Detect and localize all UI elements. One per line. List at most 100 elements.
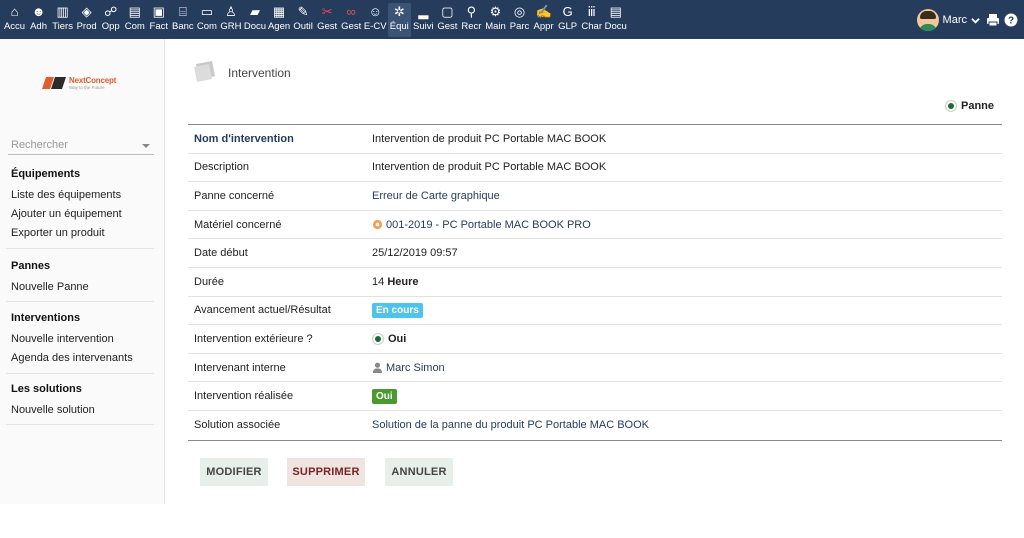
users-icon: ☻: [31, 4, 46, 19]
row-label: Intervenant interne: [194, 361, 286, 374]
topnav-label: Com: [124, 21, 145, 32]
user-name[interactable]: Marc: [943, 14, 967, 26]
menu-link-liste-equipements[interactable]: Liste des équipements: [11, 189, 154, 201]
topnav-item-0[interactable]: ⌂ Accu: [3, 3, 26, 37]
topnav-item-10[interactable]: ▰ Docu: [244, 3, 267, 37]
chart-icon: ⅲ: [587, 4, 596, 19]
topnav-item-6[interactable]: ▣ Fact: [147, 3, 170, 37]
intervenant-link[interactable]: Marc Simon: [372, 362, 445, 374]
modify-button[interactable]: MODIFIER: [200, 458, 268, 486]
topnav-label: Prod: [76, 21, 97, 32]
row-value: Intervention de produit PC Portable MAC …: [372, 161, 607, 174]
topnav-item-18[interactable]: ▢ Gest: [436, 3, 459, 37]
panne-link[interactable]: Erreur de Carte graphique: [372, 190, 500, 202]
topnav-label: Adh: [30, 21, 47, 32]
search-placeholder: Rechercher: [11, 139, 68, 151]
presentation-icon: ▢: [441, 4, 454, 19]
topnav-label: Agen: [267, 21, 291, 32]
dropdown-caret-icon[interactable]: [142, 144, 150, 148]
monitor-user-icon: ▂: [418, 4, 429, 19]
radio-dot-icon: [372, 332, 384, 345]
topnav-item-17[interactable]: ▂ Suivi: [412, 3, 435, 37]
row-label: Matériel concerné: [194, 218, 282, 231]
intervention-details-table: Nom d'intervention Intervention de produ…: [188, 124, 1002, 441]
topnav-label: GLP: [558, 21, 578, 32]
topnav-item-5[interactable]: ▤ Com: [123, 3, 146, 37]
intervenant-name[interactable]: Marc Simon: [386, 362, 445, 374]
sitemap-icon: ☍: [104, 4, 118, 19]
logo-mark-icon: [42, 77, 66, 89]
menu-link-ajouter-equipement[interactable]: Ajouter un équipement: [11, 208, 154, 220]
topnav-item-12[interactable]: ✎ Outil: [292, 3, 315, 37]
sidebar-search[interactable]: Rechercher: [8, 137, 154, 155]
topnav-item-7[interactable]: ⌸ Banc: [171, 3, 194, 37]
magnifier-icon: ⚲: [466, 4, 477, 19]
company-logo[interactable]: NextConcept Way to the Future: [42, 74, 122, 94]
topnav-item-16[interactable]: ✲ Équi: [387, 3, 411, 37]
row-label: Intervention extérieure ?: [194, 332, 313, 345]
menu-link-nouvelle-solution[interactable]: Nouvelle solution: [11, 404, 154, 416]
topnav-item-3[interactable]: ◈ Prod: [75, 3, 98, 37]
user-avatar[interactable]: [916, 9, 939, 31]
logo-text: NextConcept: [69, 76, 117, 85]
chevron-down-icon[interactable]: [971, 16, 980, 25]
topnav-item-20[interactable]: ⚙ Main: [484, 3, 507, 37]
row-label: Intervention réalisée: [194, 390, 294, 403]
menu-link-nouvelle-panne[interactable]: Nouvelle Panne: [11, 281, 154, 293]
row-label: Solution associée: [194, 419, 281, 432]
topnav-item-22[interactable]: ✍ Appr: [532, 3, 555, 37]
ged-icon: ▤: [609, 4, 622, 19]
calendar-icon: ▦: [272, 4, 286, 19]
table-row: Avancement actuel/Résultat En cours: [188, 297, 1002, 326]
topnav-item-15[interactable]: ☺ E-CV: [364, 3, 387, 37]
topnav-label: Outil: [293, 21, 313, 32]
cv-icon: ☺: [368, 4, 382, 19]
cancel-button[interactable]: ANNULER: [385, 458, 453, 486]
help-icon[interactable]: ?: [1004, 13, 1018, 27]
menu-link-exporter-produit[interactable]: Exporter un produit: [11, 227, 154, 239]
menu-divider: [6, 301, 154, 302]
topnav-item-2[interactable]: ▥ Tiers: [51, 3, 74, 37]
solution-link[interactable]: Solution de la panne du produit PC Porta…: [372, 419, 649, 431]
row-value: 25/12/2019 09:57: [372, 247, 458, 260]
menu-title-solutions: Les solutions: [11, 383, 82, 395]
topnav-item-8[interactable]: ▭ Com: [195, 3, 218, 37]
user-icon: [372, 362, 383, 374]
topnav-label: Char: [581, 21, 602, 32]
topnav-item-1[interactable]: ☻ Adh: [27, 3, 50, 37]
topnav-item-25[interactable]: ▤ Docu: [604, 3, 627, 37]
topnav-item-4[interactable]: ☍ Opp: [99, 3, 122, 37]
topnav-item-21[interactable]: ◎ Parc: [508, 3, 531, 37]
topnav-item-24[interactable]: ⅲ Char: [580, 3, 603, 37]
topnav-label: Fact: [149, 21, 169, 32]
progress-value: En cours: [372, 302, 423, 318]
topnav-label: Com: [196, 21, 217, 32]
topnav-item-23[interactable]: G GLP: [556, 3, 579, 37]
topnav-label: E-CV: [363, 21, 387, 32]
row-label: Durée: [194, 275, 224, 288]
building-icon: ▥: [56, 4, 69, 19]
topnav-item-11[interactable]: ▦ Agen: [268, 3, 291, 37]
table-row: Panne concerné Erreur de Carte graphique: [188, 182, 1002, 211]
wrench-icon: ✎: [297, 4, 309, 19]
done-value: Oui: [372, 388, 397, 404]
topnav-label: Tiers: [52, 21, 73, 32]
row-label: Avancement actuel/Résultat: [194, 304, 331, 317]
topnav-item-9[interactable]: ♙ GRH: [219, 3, 242, 37]
topnav-item-14[interactable]: ∞ Gest: [340, 3, 363, 37]
menu-group-solutions: Les solutions Nouvelle solution: [11, 383, 154, 423]
logo-tagline: Way to the Future: [69, 85, 105, 90]
menu-link-agenda-intervenants[interactable]: Agenda des intervenants: [11, 352, 154, 364]
printer-icon[interactable]: [986, 13, 1000, 27]
topnav-item-13[interactable]: ✂ Gest: [316, 3, 339, 37]
user-area[interactable]: Marc ?: [916, 8, 1018, 32]
topnav-item-19[interactable]: ⚲ Recr: [460, 3, 483, 37]
menu-link-nouvelle-intervention[interactable]: Nouvelle intervention: [11, 333, 154, 345]
delete-button[interactable]: SUPPRIMER: [287, 458, 365, 486]
row-label: Date début: [194, 247, 248, 260]
materiel-link-text[interactable]: 001-2019 - PC Portable MAC BOOK PRO: [386, 219, 591, 231]
materiel-link[interactable]: 001-2019 - PC Portable MAC BOOK PRO: [372, 219, 591, 231]
cube-icon: ◈: [81, 4, 92, 19]
table-row: Intervention extérieure ? Oui: [188, 325, 1002, 354]
row-label: Description: [194, 161, 250, 174]
